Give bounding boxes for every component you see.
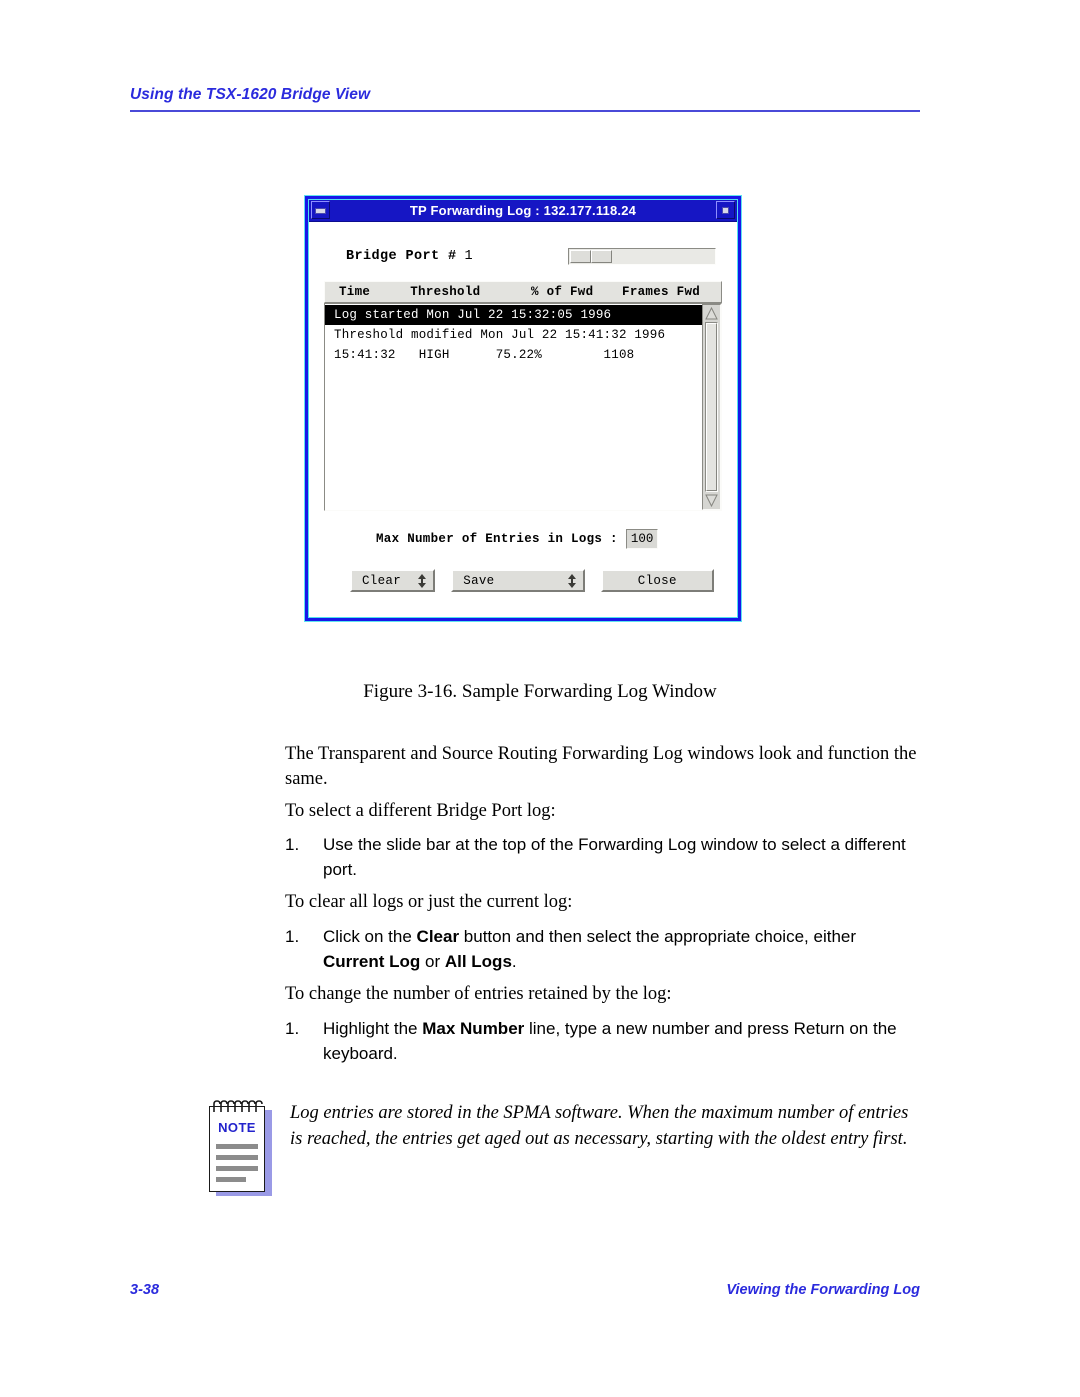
text-run: button and then select the appropriate c… [459,927,857,946]
log-column-headers: Time Threshold % of Fwd Frames Fwd [324,281,722,303]
list-item: 1. Click on the Clear button and then se… [285,924,885,974]
window-button-row: Clear Save Close [324,569,722,592]
window-body: Bridge Port # 1 Time Threshold % of Fwd … [308,222,738,618]
save-button[interactable]: Save [451,569,585,592]
log-list-item[interactable]: Log started Mon Jul 22 15:32:05 1996 [325,305,702,325]
bridge-port-label: Bridge Port # [346,249,457,264]
scrollbar-thumb[interactable] [706,323,717,491]
note-pad-icon: NOTE [208,1100,272,1196]
option-menu-arrow-icon [567,573,577,588]
scroll-down-arrow-icon[interactable] [705,494,718,507]
list-item-number: 1. [285,835,300,854]
scrollbar-track[interactable] [705,322,718,492]
list-item-text: Click on the Clear button and then selec… [323,924,885,974]
slide-bar-thumb-right[interactable] [591,250,612,263]
list-item: 1. Highlight the Max Number line, type a… [285,1016,925,1066]
max-entries-label: Max Number of Entries in Logs : [376,532,618,546]
max-entries-input[interactable]: 100 [625,529,659,549]
log-area: Log started Mon Jul 22 15:32:05 1996 Thr… [324,303,722,511]
clear-button-label: Clear [362,573,402,588]
column-header-pct-of-fwd: % of Fwd [530,285,594,299]
window-titlebar: TP Forwarding Log : 132.177.118.24 [308,199,738,222]
maximize-icon[interactable] [716,201,735,219]
note-block: NOTE Log entries are stored in the SPMA … [208,1096,920,1196]
note-pad-rule [216,1144,258,1149]
bridge-port-slide-bar[interactable] [568,248,716,265]
paragraph-clear-logs: To clear all logs or just the current lo… [285,892,573,912]
text-run: or [420,952,445,971]
log-list-item[interactable]: Threshold modified Mon Jul 22 15:41:32 1… [325,325,702,345]
minimize-icon[interactable] [311,201,330,219]
note-pad-rule [216,1166,258,1171]
page-footer: 3-38 Viewing the Forwarding Log [130,1282,920,1298]
figure-caption: Figure 3-16. Sample Forwarding Log Windo… [363,681,717,702]
save-button-label: Save [463,573,495,588]
paragraph-change-entries: To change the number of entries retained… [285,984,672,1004]
text-run-bold: Clear [416,927,460,946]
list-item: 1. Use the slide bar at the top of the F… [285,832,925,882]
column-header-frames-fwd: Frames Fwd [622,285,701,299]
page-header-rule [130,110,920,112]
column-header-threshold: Threshold [410,285,481,299]
text-run: Click on the [323,927,417,946]
text-run: Highlight the [323,1019,423,1038]
log-list-item[interactable]: 15:41:32 HIGH 75.22% 1108 [325,345,702,365]
clear-button[interactable]: Clear [350,569,436,592]
text-run-bold: Max Number [422,1019,525,1038]
bridge-port-value: 1 [464,249,473,264]
paragraph-intro: The Transparent and Source Routing Forwa… [285,744,917,789]
option-menu-arrow-icon [417,573,427,588]
list-item-text: Use the slide bar at the top of the Forw… [323,835,906,879]
column-header-time: Time [339,285,371,299]
footer-page-number: 3-38 [130,1282,160,1298]
close-button-label: Close [637,573,677,588]
list-item-text: Highlight the Max Number line, type a ne… [323,1016,925,1066]
text-run: . [511,952,517,971]
slide-bar-thumb-left[interactable] [570,250,591,263]
max-entries-row: Max Number of Entries in Logs : 100 [324,529,722,549]
text-run-bold: All Logs [444,952,512,971]
figure-forwarding-log: TP Forwarding Log : 132.177.118.24 Bridg… [304,195,742,622]
list-item-number: 1. [285,927,300,946]
text-run-bold: Current Log [323,952,421,971]
bridge-port-row: Bridge Port # 1 [324,248,722,265]
list-item-number: 1. [285,1019,300,1038]
window-title: TP Forwarding Log : 132.177.118.24 [409,202,637,218]
paragraph-select-port: To select a different Bridge Port log: [285,801,556,821]
tp-forwarding-log-window: TP Forwarding Log : 132.177.118.24 Bridg… [304,195,742,622]
footer-section-title: Viewing the Forwarding Log [726,1282,920,1298]
page-header-title: Using the TSX-1620 Bridge View [130,86,371,103]
log-list-scrollbar[interactable] [702,304,721,510]
note-pad-rule [216,1177,246,1182]
note-pad-spiral-icon [211,1100,265,1114]
scroll-up-arrow-icon[interactable] [705,307,718,320]
note-pad-rule [216,1155,258,1160]
log-list[interactable]: Log started Mon Jul 22 15:32:05 1996 Thr… [325,304,702,510]
page-header: Using the TSX-1620 Bridge View [130,86,920,112]
note-badge-label: NOTE [218,1120,256,1135]
close-button[interactable]: Close [600,569,714,592]
note-text: Log entries are stored in the SPMA softw… [290,1103,909,1149]
